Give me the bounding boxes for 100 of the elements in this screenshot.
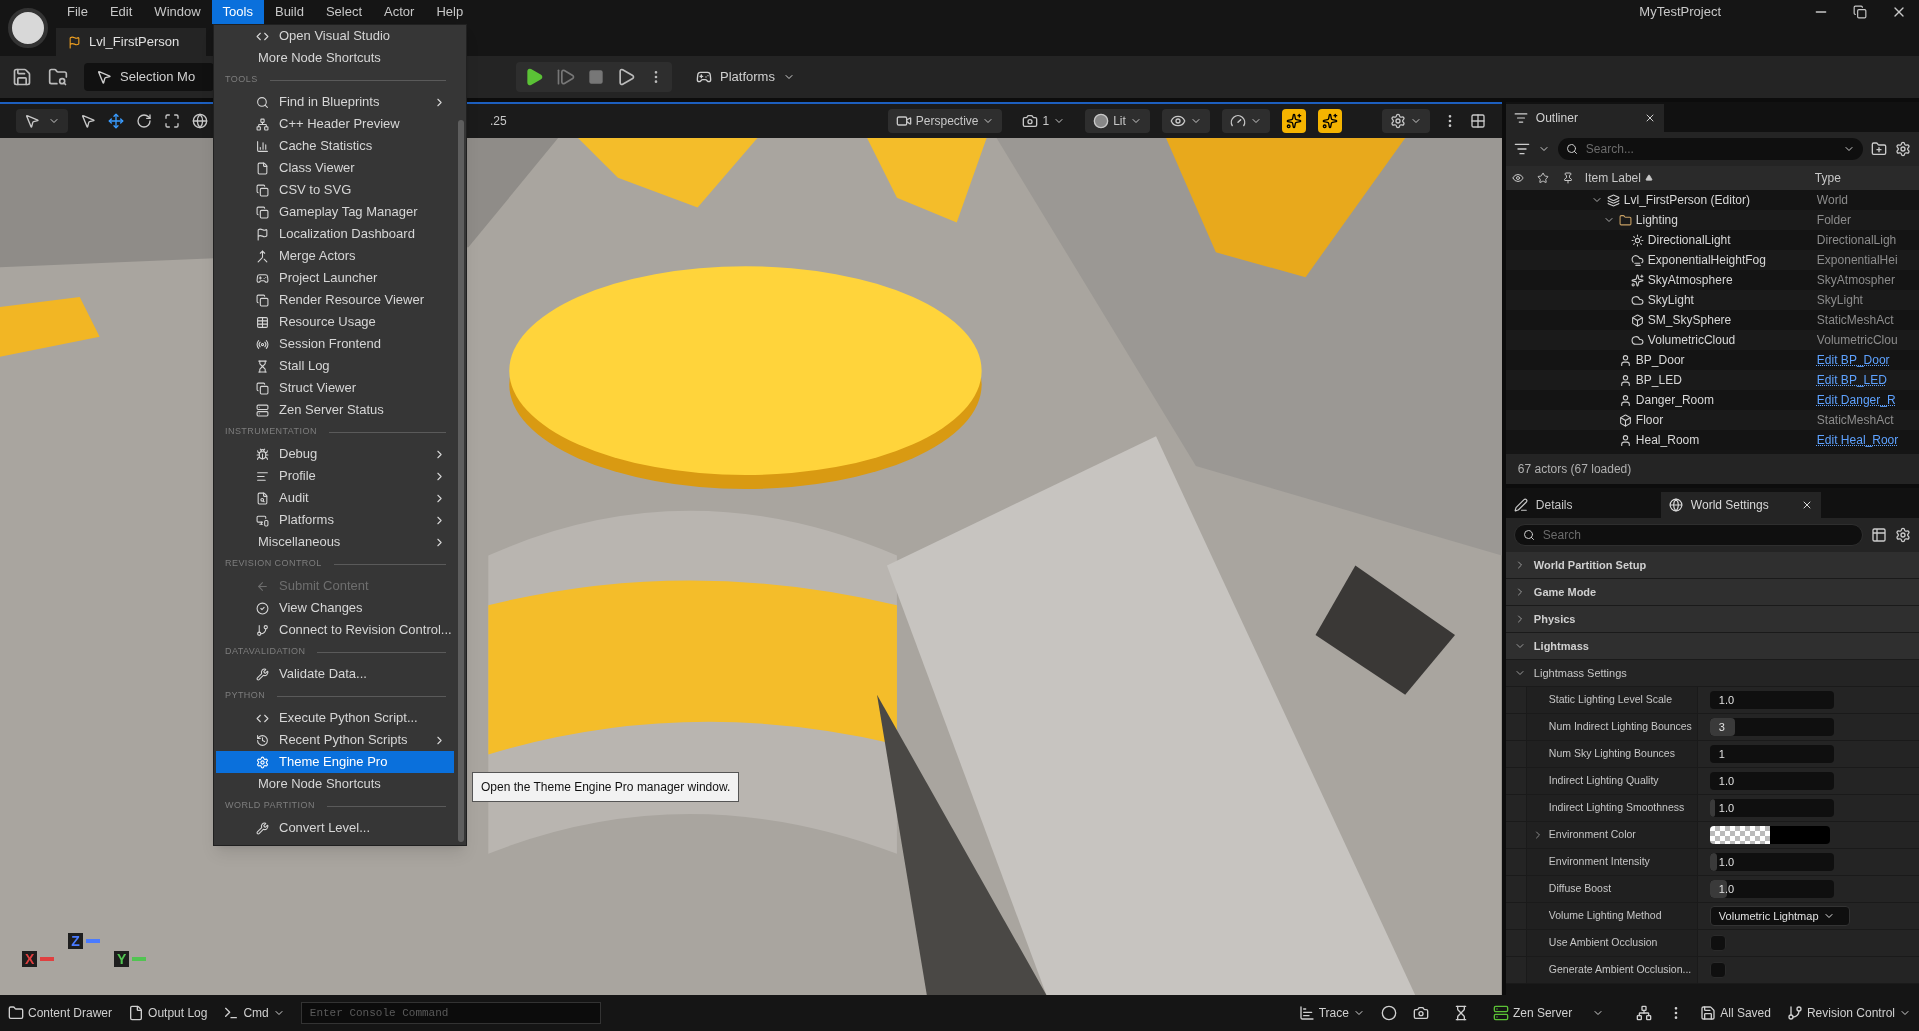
saved-status[interactable]: All Saved <box>1700 1004 1771 1022</box>
menu-item[interactable]: Class Viewer <box>216 157 454 179</box>
menu-item[interactable]: Struct Viewer <box>216 377 454 399</box>
outliner-row[interactable]: BP_LED Edit BP_LED <box>1505 370 1919 390</box>
menu-item[interactable]: Debug <box>216 443 454 465</box>
category-header[interactable]: World Partition Setup <box>1505 552 1919 579</box>
number-field[interactable]: 1.0 <box>1709 880 1834 898</box>
menu-item[interactable]: Render Resource Viewer <box>216 289 454 311</box>
revision-control-button[interactable]: Revision Control <box>1786 1004 1911 1022</box>
level-tab[interactable]: Lvl_FirstPerson <box>56 28 206 56</box>
outliner-row[interactable]: Lighting Folder <box>1505 210 1919 230</box>
content-drawer-button[interactable]: Content Drawer <box>8 1004 113 1022</box>
table-icon[interactable] <box>1871 527 1887 543</box>
menu-item[interactable]: Platforms <box>216 509 454 531</box>
menu-item[interactable]: More Node Shortcuts <box>216 773 454 795</box>
menu-item[interactable]: Find in Blueprints <box>216 91 454 113</box>
transform-tools[interactable] <box>16 109 68 133</box>
menu-item[interactable]: More Node Shortcuts <box>216 47 454 69</box>
outliner-row[interactable]: ExponentialHeightFog ExponentialHei <box>1505 250 1919 270</box>
globe-icon[interactable] <box>192 113 208 129</box>
star-icon[interactable] <box>1537 172 1550 184</box>
number-field[interactable]: 1 <box>1709 745 1834 763</box>
menu-item[interactable]: Cache Statistics <box>216 135 454 157</box>
category-header[interactable]: Lightmass <box>1505 633 1919 660</box>
menu-item[interactable]: Project Launcher <box>216 267 454 289</box>
menu-item[interactable]: Miscellaneous <box>216 531 454 553</box>
restore-icon[interactable] <box>1853 5 1867 19</box>
menu-item[interactable]: CSV to SVG <box>216 179 454 201</box>
layout-icon[interactable] <box>1469 113 1486 129</box>
menu-item[interactable]: Localization Dashboard <box>216 223 454 245</box>
edit-link[interactable]: Edit BP_LED <box>1816 371 1887 389</box>
menu-item[interactable]: Theme Engine Pro <box>216 751 454 773</box>
category-header[interactable]: Game Mode <box>1505 579 1919 606</box>
rotate-icon[interactable] <box>136 113 152 129</box>
menu-item[interactable]: Zen Server Status <box>216 399 454 421</box>
column-header[interactable]: Type <box>1810 169 1919 187</box>
menu-bar-item[interactable]: Help <box>425 0 475 24</box>
edit-link[interactable]: Edit BP_Door <box>1816 351 1890 369</box>
edit-link[interactable]: Edit Danger_R <box>1816 391 1896 409</box>
filter-icon[interactable] <box>1513 141 1530 157</box>
menu-item[interactable]: View Changes <box>216 597 454 619</box>
edit-link[interactable]: Edit Heal_Roor <box>1816 431 1899 449</box>
play-icon[interactable] <box>524 67 544 87</box>
outliner-row[interactable]: Floor StaticMeshAct <box>1505 410 1919 430</box>
search-field[interactable]: Search... <box>1557 138 1863 160</box>
panel-tab[interactable]: World Settings <box>1660 492 1821 518</box>
number-field[interactable]: 1.0 <box>1709 691 1834 709</box>
menu-item[interactable]: Audit <box>216 487 454 509</box>
category-header[interactable]: Physics <box>1505 606 1919 633</box>
menu-bar-item[interactable]: Edit <box>98 0 144 24</box>
menu-item[interactable]: Gameplay Tag Manager <box>216 201 454 223</box>
settings-icon[interactable] <box>1895 527 1911 543</box>
color-swatch[interactable] <box>1709 826 1830 844</box>
step-icon[interactable] <box>556 67 576 87</box>
menu-bar-item[interactable]: Build <box>263 0 315 24</box>
menu-item[interactable]: Merge Actors <box>216 245 454 267</box>
menu-item[interactable]: Open Visual Studio <box>216 25 454 47</box>
cmd-button[interactable]: Cmd <box>223 1004 285 1022</box>
folder-search-icon[interactable] <box>48 67 68 87</box>
perspective-button[interactable]: Perspective <box>887 109 1003 133</box>
menu-item[interactable]: Session Frontend <box>216 333 454 355</box>
camera-speed-button[interactable]: 1 <box>1014 109 1074 133</box>
menu-item[interactable]: Validate Data... <box>216 663 454 685</box>
menu-item[interactable]: Recent Python Scripts <box>216 729 454 751</box>
number-field[interactable]: 1.0 <box>1709 799 1834 817</box>
dropdown[interactable]: Volumetric Lightmap <box>1709 906 1850 926</box>
menu-item[interactable]: Connect to Revision Control... <box>216 619 454 641</box>
zen-server-button[interactable]: Zen Server <box>1492 1004 1605 1022</box>
pointer-icon[interactable] <box>80 113 96 129</box>
number-field[interactable]: 3 <box>1709 718 1834 736</box>
save-icon[interactable] <box>12 67 32 87</box>
view-mode-button[interactable]: Lit <box>1085 109 1150 133</box>
menu-bar-item[interactable]: Tools <box>211 0 264 24</box>
search-field[interactable]: Search <box>1513 524 1863 546</box>
scale-icon[interactable] <box>164 113 180 129</box>
menu-item[interactable]: C++ Header Preview <box>216 113 454 135</box>
column-header[interactable]: Item Label <box>1580 169 1811 187</box>
toggle-button[interactable] <box>1281 109 1306 133</box>
menu-item[interactable]: Resource Usage <box>216 311 454 333</box>
stop-icon[interactable] <box>588 69 604 85</box>
outliner-row[interactable]: VolumetricCloud VolumetricClou <box>1505 330 1919 350</box>
move-icon[interactable] <box>108 113 124 129</box>
trace-button[interactable]: Trace <box>1298 1004 1365 1022</box>
subcategory-header[interactable]: Lightmass Settings <box>1505 660 1919 687</box>
menu-item[interactable]: Convert Level... <box>216 817 454 839</box>
network-icon[interactable] <box>1636 1005 1653 1021</box>
checkbox[interactable] <box>1709 935 1726 951</box>
checkbox[interactable] <box>1709 962 1726 978</box>
menu-bar-item[interactable]: Window <box>143 0 212 24</box>
pin-icon[interactable] <box>1562 172 1575 184</box>
menu-bar-item[interactable]: File <box>56 0 99 24</box>
menu-item[interactable]: Execute Python Script... <box>216 707 454 729</box>
output-log-button[interactable]: Output Log <box>128 1004 208 1022</box>
snap-value[interactable]: .25 <box>490 112 507 130</box>
menu-item[interactable]: Profile <box>216 465 454 487</box>
toggle-button[interactable] <box>1317 109 1342 133</box>
settings-button[interactable] <box>1381 109 1430 133</box>
number-field[interactable]: 1.0 <box>1709 853 1834 871</box>
outliner-tab[interactable]: Outliner <box>1505 104 1664 132</box>
platforms-button[interactable]: Platforms <box>688 63 803 91</box>
